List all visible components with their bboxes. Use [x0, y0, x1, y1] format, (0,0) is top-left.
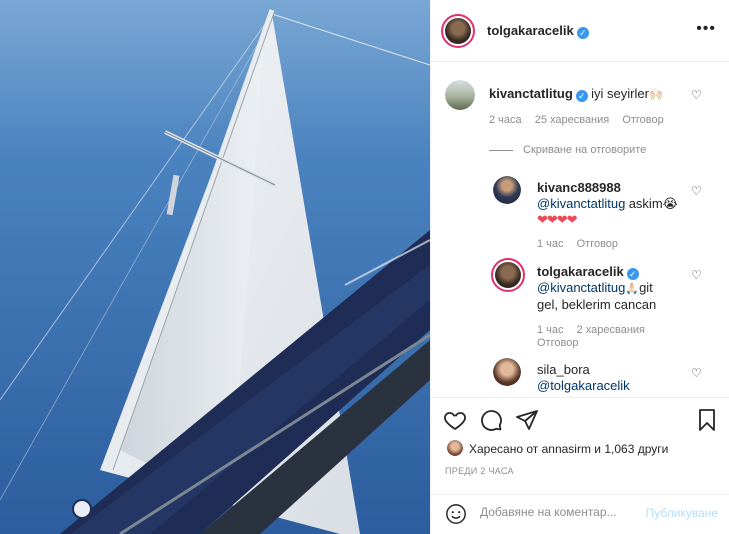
comment-time[interactable]: 1 час: [537, 238, 564, 250]
comment-time[interactable]: 2 часа: [489, 114, 522, 126]
comment-username[interactable]: sila_bora: [537, 362, 590, 377]
comment-like-heart-icon[interactable]: ♡: [691, 366, 702, 380]
divider-line: [489, 149, 513, 151]
author-avatar[interactable]: [441, 14, 475, 48]
post-sidebar: tolgakaracelik ✓ ••• kivanctatlitug ✓ iyi …: [430, 0, 729, 534]
post-header: tolgakaracelik ✓ •••: [431, 0, 729, 62]
verified-badge-icon: ✓: [626, 268, 639, 280]
likes-summary: Харесано от annasirm и 1,063 други: [469, 442, 668, 456]
comment-text: git: [639, 280, 653, 295]
comment-meta: 1 час 2 харесвания Отговор: [537, 324, 687, 350]
sailboat-image: [0, 0, 430, 534]
comment-input[interactable]: [480, 505, 660, 519]
comment-mention[interactable]: @tolgakaracelik: [537, 378, 630, 393]
post-comment-button[interactable]: Публикуване: [646, 506, 718, 520]
comment-mention[interactable]: @kivanctatlitug: [537, 196, 625, 211]
comment-username[interactable]: kivanc888988: [537, 180, 621, 195]
verified-badge-icon: ✓: [575, 90, 588, 102]
liked-by-prefix: Харесано от: [469, 442, 539, 456]
like-heart-icon[interactable]: [443, 408, 467, 435]
commenter-avatar[interactable]: [491, 258, 525, 292]
author-username[interactable]: tolgakaracelik ✓: [487, 23, 589, 39]
comment-username[interactable]: tolgakaracelik: [537, 264, 624, 279]
comment-text: iyi seyirler: [591, 86, 649, 101]
comment-text-continued: gel, beklerim cancan: [537, 297, 657, 312]
add-comment-bar: Публикуване: [431, 494, 729, 534]
instagram-post-modal: tolgakaracelik ✓ ••• kivanctatlitug ✓ iyi …: [0, 0, 729, 534]
reply-button[interactable]: Отговор: [537, 337, 578, 349]
comment-bubble-icon[interactable]: [479, 408, 503, 435]
liked-by-user[interactable]: annasirm: [542, 442, 591, 456]
more-horizontal-icon[interactable]: •••: [696, 20, 716, 38]
comment-mention[interactable]: @kivanctatlitug: [537, 280, 625, 295]
comment-text: askim😭: [628, 196, 678, 211]
hide-replies-label[interactable]: Скриване на отговорите: [523, 144, 646, 156]
commenter-avatar[interactable]: [445, 80, 475, 110]
comment-time[interactable]: 1 час: [537, 324, 564, 336]
liker-avatar[interactable]: [447, 440, 463, 456]
reply-button[interactable]: Отговор: [622, 114, 663, 126]
post-actions: Харесано от annasirm и 1,063 други ПРЕДИ…: [431, 397, 729, 533]
liked-by-and: и: [594, 442, 601, 456]
comments-list: kivanctatlitug ✓ iyi seyirler🙌🏻 2 часа 25…: [431, 62, 729, 397]
comment-like-heart-icon[interactable]: ♡: [691, 184, 702, 198]
save-bookmark-icon[interactable]: [695, 408, 719, 435]
emoji-picker-icon[interactable]: [445, 503, 467, 525]
comment-meta: 1 час Отговор: [537, 238, 628, 250]
comment-like-heart-icon[interactable]: ♡: [691, 268, 702, 282]
clap-emoji: 🙌🏻: [648, 89, 663, 101]
commenter-avatar[interactable]: [493, 358, 521, 386]
comment-likes[interactable]: 2 харесвания: [577, 324, 645, 336]
comment-meta: 2 часа 25 харесвания Отговор: [489, 114, 674, 126]
comment-username[interactable]: kivanctatlitug: [489, 86, 573, 101]
comment-likes[interactable]: 25 харесвания: [535, 114, 610, 126]
post-photo: [0, 0, 430, 534]
red-hearts-emoji: ❤❤❤❤: [537, 212, 578, 227]
hide-replies-button[interactable]: Скриване на отговорите: [489, 144, 646, 156]
author-username-text[interactable]: tolgakaracelik: [487, 23, 574, 38]
reply-button[interactable]: Отговор: [577, 238, 618, 250]
share-direct-icon[interactable]: [515, 408, 539, 435]
comment-like-heart-icon[interactable]: ♡: [691, 88, 702, 102]
pray-emoji: 🙏🏻: [625, 283, 640, 295]
commenter-avatar[interactable]: [493, 176, 521, 204]
post-timestamp[interactable]: ПРЕДИ 2 ЧАСА: [445, 466, 514, 476]
verified-badge-icon: ✓: [576, 27, 589, 39]
liked-by-others[interactable]: 1,063 други: [604, 442, 668, 456]
